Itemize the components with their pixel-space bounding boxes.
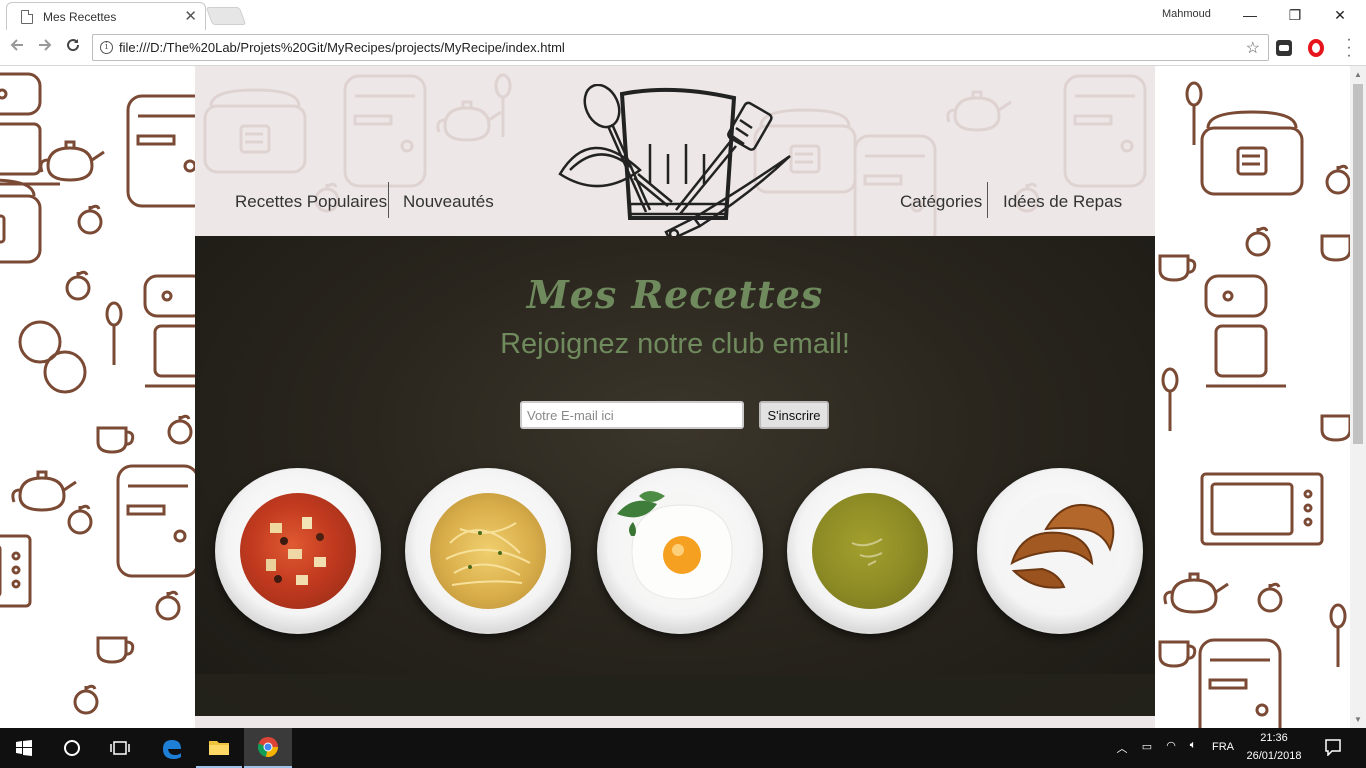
language-indicator[interactable]: FRA <box>1208 741 1238 753</box>
hero-subtitle: Rejoignez notre club email! <box>500 328 850 360</box>
spaghetti-image <box>430 493 546 609</box>
scroll-down-arrow-icon[interactable]: ▼ <box>1354 715 1362 724</box>
email-input[interactable] <box>520 401 744 429</box>
browser-tab[interactable]: Mes Recettes ✕ <box>6 2 206 30</box>
close-window-button[interactable]: ✕ <box>1320 4 1360 26</box>
windows-taskbar: ︿ ▭ ◠ 🔈︎ FRA 21:36 26/01/2018 <box>0 728 1366 768</box>
close-tab-icon[interactable]: ✕ <box>184 9 197 24</box>
page-bottom-band <box>195 716 1155 728</box>
pea-soup-image <box>812 493 928 609</box>
forward-arrow-icon[interactable] <box>34 37 56 59</box>
hero-section: Mes Recettes Rejoignez notre club email!… <box>195 236 1155 716</box>
battery-icon[interactable]: ▭ <box>1138 740 1156 753</box>
plate-soup <box>215 468 381 634</box>
page-icon <box>21 9 33 24</box>
clock-time[interactable]: 21:36 <box>1244 732 1304 744</box>
soup-swirl <box>851 538 883 566</box>
scroll-up-arrow-icon[interactable]: ▲ <box>1354 70 1362 79</box>
profile-name[interactable]: Mahmoud <box>1162 8 1211 20</box>
nav-link-meal-ideas[interactable]: Idées de Repas <box>1003 190 1122 226</box>
plate-egg <box>597 468 763 634</box>
plate-pea-soup <box>787 468 953 634</box>
info-icon[interactable]: i <box>100 41 113 54</box>
scroll-thumb[interactable] <box>1353 84 1363 444</box>
tomato-soup-image <box>240 493 356 609</box>
back-arrow-icon[interactable] <box>6 37 28 59</box>
volume-icon[interactable]: 🔈︎ <box>1184 739 1202 752</box>
browser-toolbar: i file:///D:/The%20Lab/Projets%20Git/MyR… <box>0 31 1366 66</box>
reload-icon[interactable] <box>62 37 84 59</box>
windows-start-icon[interactable] <box>0 728 48 768</box>
nav-link-popular[interactable]: Recettes Populaires <box>235 190 387 226</box>
restore-button[interactable]: ❐ <box>1275 4 1315 26</box>
page-viewport: Recettes Populaires Nouveautés Catégorie… <box>0 66 1350 728</box>
page-container: Recettes Populaires Nouveautés Catégorie… <box>195 66 1155 728</box>
file-explorer-icon[interactable] <box>196 728 242 768</box>
croissants-image <box>1002 493 1118 609</box>
site-header: Recettes Populaires Nouveautés Catégorie… <box>195 66 1155 236</box>
nav-link-categories[interactable]: Catégories <box>900 190 982 226</box>
edge-browser-icon[interactable] <box>148 728 194 768</box>
menu-dots-icon[interactable]: · · · <box>1342 32 1356 64</box>
task-view-icon[interactable] <box>96 728 144 768</box>
tray-expand-icon[interactable]: ︿ <box>1114 740 1130 756</box>
notifications-icon[interactable] <box>1320 738 1346 759</box>
extension-icon[interactable] <box>1276 40 1292 56</box>
chrome-icon[interactable] <box>244 728 292 768</box>
minimize-button[interactable]: — <box>1230 4 1270 26</box>
address-bar[interactable]: i file:///D:/The%20Lab/Projets%20Git/MyR… <box>92 34 1269 61</box>
bookmark-star-icon[interactable]: ☆ <box>1246 38 1260 58</box>
hero-bottom-strip <box>195 674 1155 716</box>
nav-separator <box>388 182 389 218</box>
plate-spaghetti <box>405 468 571 634</box>
clock-date[interactable]: 26/01/2018 <box>1244 750 1304 762</box>
herb-garnish-icon <box>617 491 665 536</box>
spaghetti-strands <box>445 522 531 586</box>
tab-strip: Mes Recettes ✕ Mahmoud — ❐ ✕ <box>0 0 1366 31</box>
plate-croissants <box>977 468 1143 634</box>
search-circle-icon[interactable] <box>48 728 96 768</box>
opera-extension-icon[interactable] <box>1308 39 1324 57</box>
nav-separator <box>987 182 988 218</box>
new-tab-button[interactable] <box>205 7 247 25</box>
croissant-drawing <box>1010 504 1115 589</box>
soup-garnish <box>266 517 326 585</box>
subscribe-button[interactable]: S'inscrire <box>759 401 829 429</box>
tab-title: Mes Recettes <box>43 9 117 24</box>
hero-title: Mes Recettes <box>526 272 824 317</box>
wifi-icon[interactable]: ◠ <box>1162 739 1180 752</box>
nav-link-new[interactable]: Nouveautés <box>403 190 494 226</box>
url-text[interactable]: file:///D:/The%20Lab/Projets%20Git/MyRec… <box>119 40 565 55</box>
chef-hat-logo-icon <box>558 84 791 236</box>
page-scrollbar[interactable]: ▲ ▼ <box>1350 66 1366 728</box>
